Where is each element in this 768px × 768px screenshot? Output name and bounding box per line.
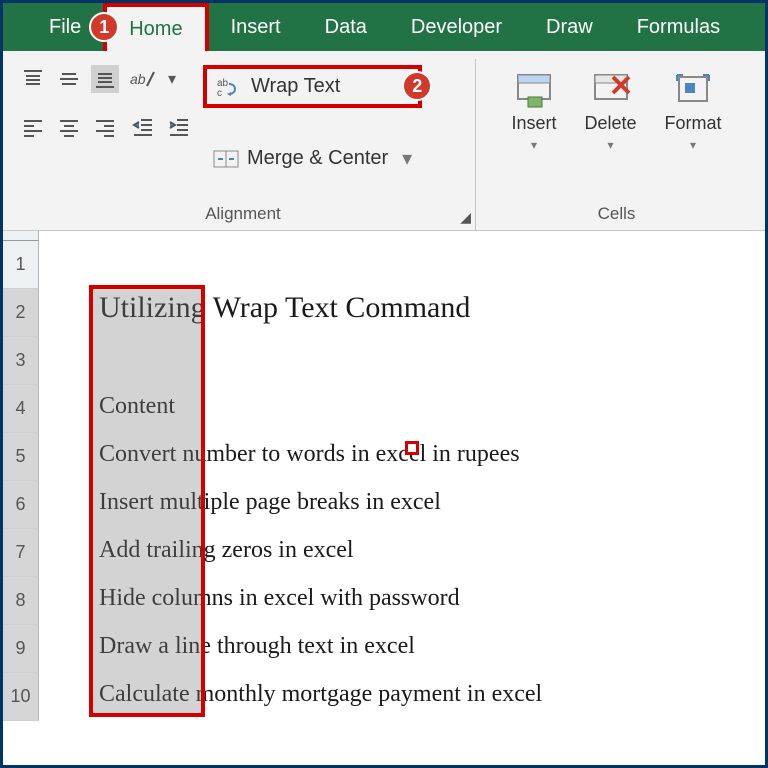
col-header-strip (3, 231, 39, 241)
tab-data[interactable]: Data (303, 3, 389, 51)
tab-bar: File Home 1 Insert Data Developer Draw F… (3, 3, 765, 51)
vertical-align-buttons (19, 65, 119, 141)
format-cells-label: Format (665, 113, 722, 134)
row-header-3[interactable]: 3 (3, 337, 39, 385)
annotation-badge-2: 2 (402, 71, 432, 101)
row-header-10[interactable]: 10 (3, 673, 39, 721)
wrap-text-label: Wrap Text (251, 75, 340, 98)
merge-center-label: Merge & Center (247, 147, 388, 170)
increase-indent-icon[interactable] (165, 113, 193, 141)
delete-cells-button[interactable]: Delete ▾ (576, 65, 644, 156)
align-middle-icon[interactable] (55, 65, 83, 93)
wrap-text-button[interactable]: abc Wrap Text 2 (203, 65, 422, 108)
insert-cells-icon (514, 69, 554, 109)
align-right-icon[interactable] (91, 113, 119, 141)
annotation-badge-1: 1 (89, 12, 119, 42)
dialog-launcher-icon[interactable]: ◢ (460, 209, 471, 226)
row-header-1[interactable]: 1 (3, 241, 39, 289)
svg-text:ab: ab (130, 71, 146, 87)
worksheet-grid[interactable]: 1 2 3 4 5 6 7 8 9 10 Utilizing Wrap Text… (3, 231, 765, 721)
ribbon-group-title-alignment: Alignment (19, 204, 467, 230)
insert-cells-label: Insert (511, 113, 556, 134)
delete-cells-label: Delete (584, 113, 636, 134)
tab-insert[interactable]: Insert (209, 3, 303, 51)
row-header-7[interactable]: 7 (3, 529, 39, 577)
ribbon-group-alignment: ab ▾ abc Wrap Text 2 Merge & Center (11, 59, 476, 230)
chevron-down-icon[interactable]: ▾ (690, 138, 696, 152)
ribbon-group-title-cells: Cells (484, 204, 749, 230)
align-top-icon[interactable] (19, 65, 47, 93)
orientation-icon[interactable]: ab (129, 65, 157, 93)
align-bottom-icon[interactable] (91, 65, 119, 93)
align-center-icon[interactable] (55, 113, 83, 141)
format-cells-button[interactable]: Format ▾ (657, 65, 730, 156)
wrap-text-icon: abc (217, 76, 243, 98)
ribbon-group-cells: Insert ▾ Delete ▾ Format ▾ Cells (476, 59, 757, 230)
row-header-8[interactable]: 8 (3, 577, 39, 625)
merge-center-button[interactable]: Merge & Center ▾ (203, 140, 422, 177)
row-header-9[interactable]: 9 (3, 625, 39, 673)
format-cells-icon (673, 69, 713, 109)
ribbon: ab ▾ abc Wrap Text 2 Merge & Center (3, 51, 765, 231)
tab-draw[interactable]: Draw (524, 3, 615, 51)
selection-highlight (89, 285, 205, 717)
row-header-4[interactable]: 4 (3, 385, 39, 433)
selection-handle[interactable] (405, 441, 419, 455)
chevron-down-icon[interactable]: ▾ (607, 138, 613, 152)
svg-text:c: c (217, 88, 222, 98)
row-header-5[interactable]: 5 (3, 433, 39, 481)
tab-formulas[interactable]: Formulas (615, 3, 742, 51)
align-left-icon[interactable] (19, 113, 47, 141)
delete-cells-icon (591, 69, 631, 109)
tab-home-label: Home (129, 18, 182, 41)
cell-area[interactable]: Utilizing Wrap Text Command Content Conv… (39, 231, 765, 721)
wrap-merge-buttons: abc Wrap Text 2 Merge & Center ▾ (203, 65, 422, 177)
insert-cells-button[interactable]: Insert ▾ (503, 65, 564, 156)
row-header-6[interactable]: 6 (3, 481, 39, 529)
row-header-2[interactable]: 2 (3, 289, 39, 337)
chevron-down-icon[interactable]: ▾ (402, 146, 412, 171)
tab-home[interactable]: Home 1 (103, 3, 208, 51)
tab-developer[interactable]: Developer (389, 3, 524, 51)
decrease-indent-icon[interactable] (129, 113, 157, 141)
merge-center-icon (213, 148, 239, 170)
orientation-indent-buttons: ab ▾ (129, 65, 193, 141)
chevron-down-icon[interactable]: ▾ (531, 138, 537, 152)
chevron-down-icon[interactable]: ▾ (165, 65, 179, 93)
